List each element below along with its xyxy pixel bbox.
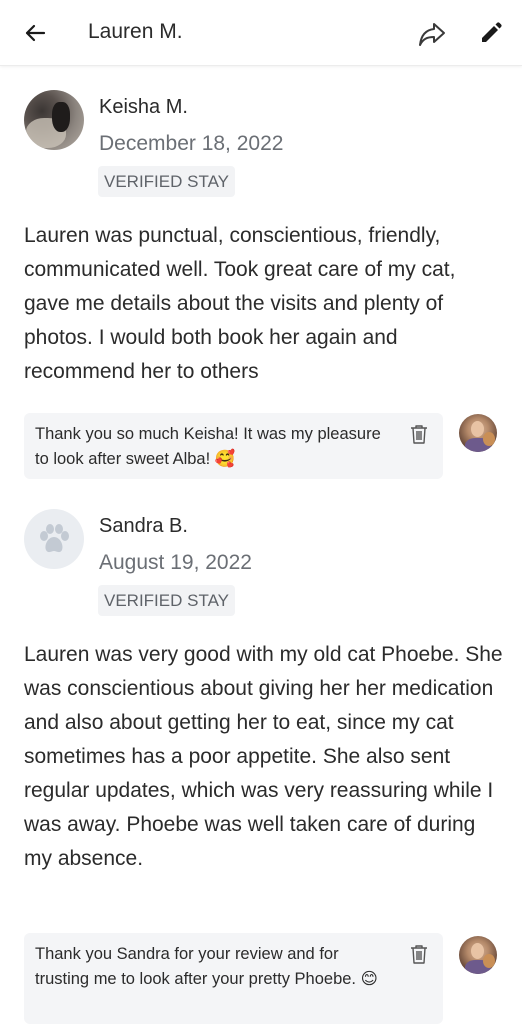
- review-text: Lauren was punctual, conscientious, frie…: [24, 224, 456, 383]
- reviewer-name: Keisha M.: [99, 96, 188, 118]
- reply-text: Thank you Sandra for your review and for…: [35, 945, 378, 988]
- sitter-avatar[interactable]: [459, 936, 497, 974]
- delete-reply-button[interactable]: [409, 423, 429, 445]
- review-text: Lauren was very good with my old cat Pho…: [24, 643, 503, 870]
- review-date: December 18, 2022: [99, 132, 284, 155]
- trash-icon: [411, 945, 427, 964]
- avatar-photo-detail: [471, 421, 484, 437]
- share-icon: [419, 23, 445, 46]
- page-title: Lauren M.: [88, 20, 183, 43]
- share-button[interactable]: [416, 18, 448, 50]
- avatar-photo-detail: [52, 102, 70, 132]
- verified-badge: VERIFIED STAY: [98, 166, 236, 197]
- arrow-left-icon: [25, 24, 46, 42]
- edit-button[interactable]: [476, 18, 506, 48]
- avatar-photo-detail: [483, 954, 495, 968]
- verified-badge: VERIFIED STAY: [98, 585, 236, 616]
- review-date: August 19, 2022: [99, 551, 252, 574]
- app-header: Lauren M.: [0, 0, 522, 66]
- reply-text: Thank you so much Keisha! It was my plea…: [35, 425, 381, 468]
- trash-icon: [411, 425, 427, 444]
- sitter-avatar[interactable]: [459, 414, 497, 452]
- sitter-reply: Thank you so much Keisha! It was my plea…: [24, 413, 443, 479]
- reviewer-name: Sandra B.: [99, 515, 188, 537]
- sitter-reply: Thank you Sandra for your review and for…: [24, 933, 443, 1024]
- delete-reply-button[interactable]: [409, 943, 429, 965]
- avatar-photo-detail: [471, 943, 484, 959]
- back-button[interactable]: [20, 18, 50, 48]
- reviewer-avatar[interactable]: [24, 90, 84, 150]
- paw-icon: [40, 524, 69, 553]
- avatar-photo-detail: [483, 432, 495, 446]
- reviewer-avatar[interactable]: [24, 509, 84, 569]
- pencil-icon: [482, 22, 502, 42]
